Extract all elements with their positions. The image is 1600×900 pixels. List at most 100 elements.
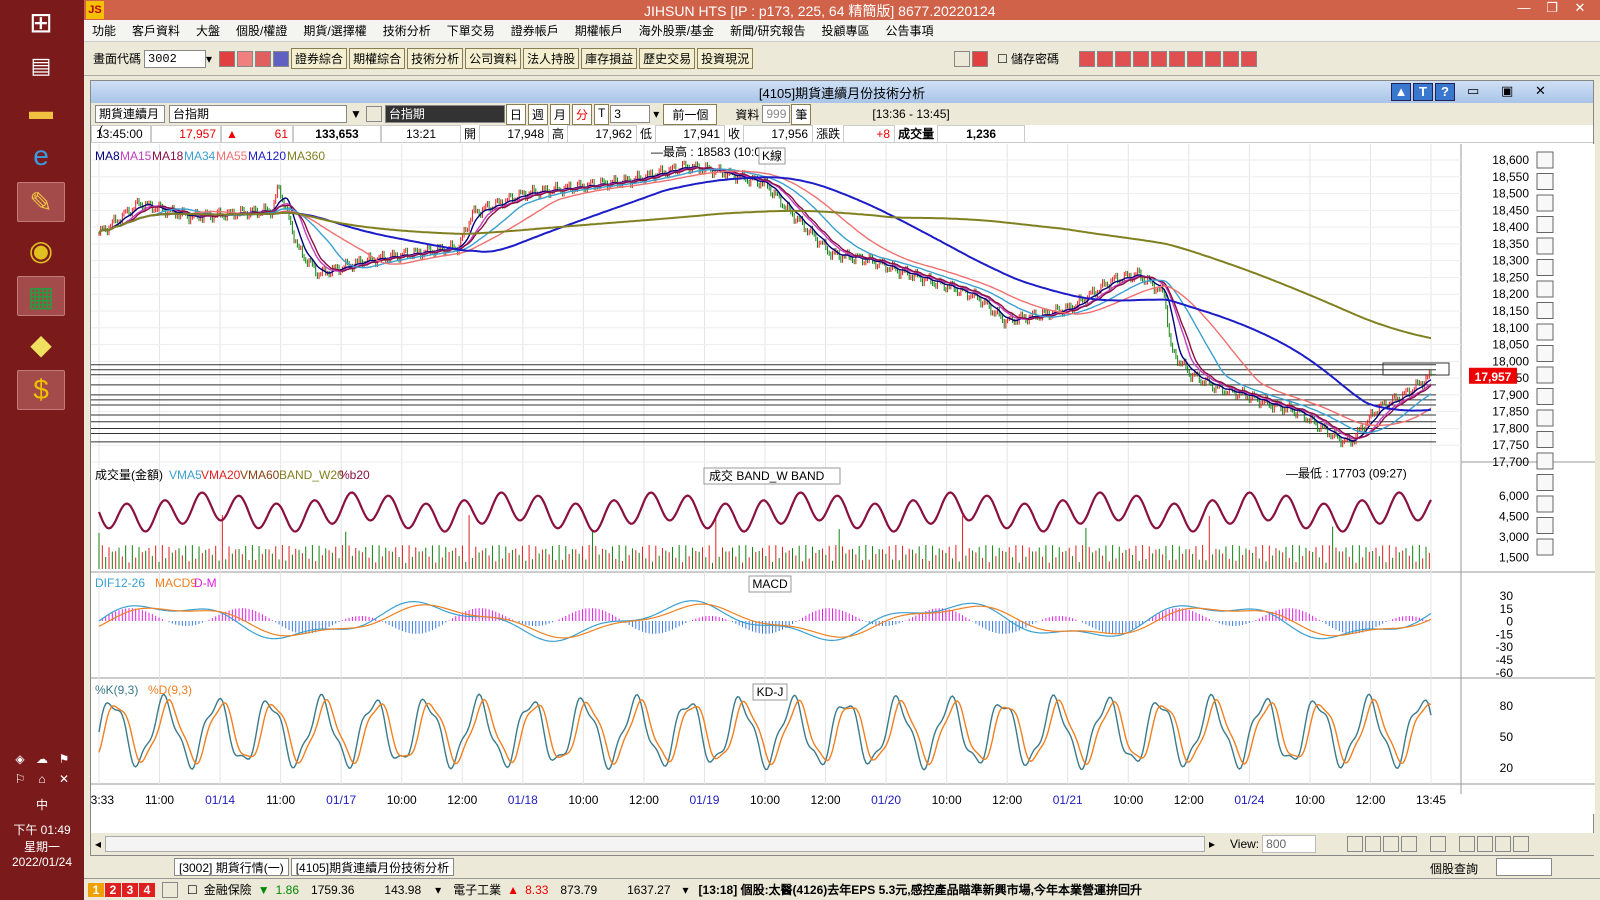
excel-icon[interactable]: ▦: [17, 276, 65, 316]
inner-close-icon[interactable]: ✕: [1535, 83, 1546, 99]
network-icon[interactable]: ⌂: [33, 772, 51, 788]
inner-restore-icon[interactable]: ▣: [1501, 83, 1513, 99]
close-icon[interactable]: ✕: [1566, 0, 1594, 16]
toolbar-button[interactable]: 期權綜合: [349, 48, 406, 69]
data-count-input[interactable]: 999: [762, 105, 791, 123]
menu-item[interactable]: 海外股票/基金: [631, 22, 722, 39]
tool-icon[interactable]: [1132, 50, 1149, 67]
chrome-icon[interactable]: ◉: [17, 230, 65, 270]
scroll-left-icon[interactable]: ◂: [91, 837, 105, 851]
zoom-in-icon[interactable]: [1347, 836, 1364, 852]
reset-icon[interactable]: [1401, 836, 1418, 852]
text-icon[interactable]: T: [1413, 83, 1433, 101]
tool-icon[interactable]: [1204, 50, 1221, 67]
ticker-page-button[interactable]: 3: [122, 882, 138, 897]
restore-icon[interactable]: ❐: [1538, 0, 1566, 16]
chart-area[interactable]: 13:33 11:00 01/14 11:00 01/17 10:00 12:00 01/18…: [84, 144, 1595, 814]
fan-icon[interactable]: [1536, 280, 1554, 298]
arrow-right-icon[interactable]: [972, 50, 989, 67]
chart-scrollbar[interactable]: [105, 836, 1205, 852]
file-explorer-icon[interactable]: ▬: [17, 92, 65, 132]
menu-item[interactable]: 期權帳戶: [567, 22, 631, 39]
cloud-icon[interactable]: ☁: [33, 752, 51, 768]
tray-app-icon[interactable]: ◈: [11, 752, 29, 768]
plus-icon[interactable]: [1536, 431, 1554, 448]
vline-icon[interactable]: [1536, 388, 1554, 405]
period-button[interactable]: T: [593, 103, 610, 125]
edit-icon[interactable]: [1495, 836, 1512, 852]
toolbar-button[interactable]: 公司資料: [465, 48, 522, 69]
ticker-dropdown-icon[interactable]: ▾: [683, 883, 689, 897]
toolbar-button[interactable]: 投資現況: [697, 48, 754, 69]
hline-icon[interactable]: [1536, 409, 1554, 427]
settings-icon[interactable]: [1513, 836, 1530, 852]
save-icon[interactable]: [255, 50, 272, 67]
paint-icon[interactable]: ✎: [17, 182, 65, 222]
menu-item[interactable]: 大盤: [188, 22, 228, 39]
search-icon[interactable]: [365, 106, 382, 122]
period-button[interactable]: 月: [549, 103, 570, 125]
ellipse-icon[interactable]: [1536, 474, 1554, 491]
angle-icon[interactable]: [1536, 302, 1554, 319]
line-icon[interactable]: [1536, 366, 1554, 384]
symbol-select[interactable]: 台指期: [169, 105, 347, 123]
period-button[interactable]: 分: [571, 103, 592, 125]
symbol-dropdown-icon[interactable]: ▼: [350, 107, 362, 121]
stock-query-input[interactable]: [1496, 858, 1552, 876]
search-icon[interactable]: [219, 50, 236, 67]
up-arrow-icon[interactable]: ▲: [1391, 83, 1411, 101]
ticker-page-button[interactable]: 2: [105, 882, 121, 897]
menu-item[interactable]: 新聞/研究報告: [722, 22, 813, 39]
up-arrow-icon[interactable]: [1536, 495, 1554, 513]
desktop-icon[interactable]: ▤: [17, 46, 65, 86]
zoom-out-icon[interactable]: [1365, 836, 1382, 852]
magnify-icon[interactable]: [1383, 836, 1400, 852]
toolbar-button[interactable]: 證券綜合: [291, 48, 348, 69]
eraser-icon[interactable]: [1536, 538, 1554, 556]
down-arrow-icon[interactable]: [1536, 517, 1554, 534]
code-input[interactable]: 3002: [144, 49, 207, 68]
ticker-page-button[interactable]: 4: [139, 882, 155, 897]
toolbar-button[interactable]: 技術分析: [407, 48, 464, 69]
save-password-checkbox[interactable]: ☐: [997, 52, 1008, 66]
menu-item[interactable]: 下單交易: [439, 22, 503, 39]
window-tab[interactable]: [4105]期貨連續月份技術分析: [290, 858, 455, 876]
diagonal-icon[interactable]: [1536, 323, 1554, 341]
tool-icon[interactable]: [1186, 50, 1203, 67]
fib-icon[interactable]: [1536, 216, 1554, 233]
tool-icon[interactable]: [1222, 50, 1239, 67]
menu-item[interactable]: 期貨/選擇權: [295, 22, 374, 39]
toolbar-button[interactable]: 庫存損益: [581, 48, 638, 69]
bars-icon[interactable]: [1536, 237, 1554, 255]
menu-item[interactable]: 公告事項: [878, 22, 942, 39]
copy-icon[interactable]: [1459, 836, 1476, 852]
period-value[interactable]: 3: [610, 105, 651, 123]
ticker-page-button[interactable]: 1: [88, 882, 104, 897]
menu-item[interactable]: 客戶資料: [124, 22, 188, 39]
prev-button[interactable]: 前一個: [663, 103, 718, 125]
dropdown-icon[interactable]: [273, 50, 290, 67]
jihsun-app-icon[interactable]: $: [17, 370, 65, 410]
arc-icon[interactable]: [1536, 194, 1554, 212]
period-button[interactable]: 週: [527, 103, 548, 125]
indicator-icon[interactable]: [1430, 836, 1447, 852]
channel-icon[interactable]: [1536, 345, 1554, 362]
menu-item[interactable]: 投顧專區: [813, 22, 877, 39]
cursor-icon[interactable]: [1536, 173, 1554, 190]
window-icon[interactable]: [237, 50, 254, 67]
ie-icon[interactable]: e: [17, 136, 65, 176]
menu-item[interactable]: 證券帳戶: [503, 22, 567, 39]
table-icon[interactable]: [1477, 836, 1494, 852]
notes-icon[interactable]: ◆: [17, 324, 65, 364]
product-select[interactable]: 期貨連續月(: [95, 105, 165, 137]
lock-icon[interactable]: [162, 881, 178, 898]
columns-icon[interactable]: [1536, 259, 1554, 276]
menu-item[interactable]: 技術分析: [375, 22, 439, 39]
period-button[interactable]: 日: [505, 103, 526, 125]
arrow-left-icon[interactable]: [954, 50, 971, 67]
view-value[interactable]: 800: [1262, 835, 1317, 853]
period-dropdown-icon[interactable]: ▾: [653, 107, 659, 121]
code-dropdown-icon[interactable]: ▾: [206, 52, 212, 66]
tool-icon[interactable]: [1114, 50, 1131, 67]
rect-icon[interactable]: [1536, 452, 1554, 470]
